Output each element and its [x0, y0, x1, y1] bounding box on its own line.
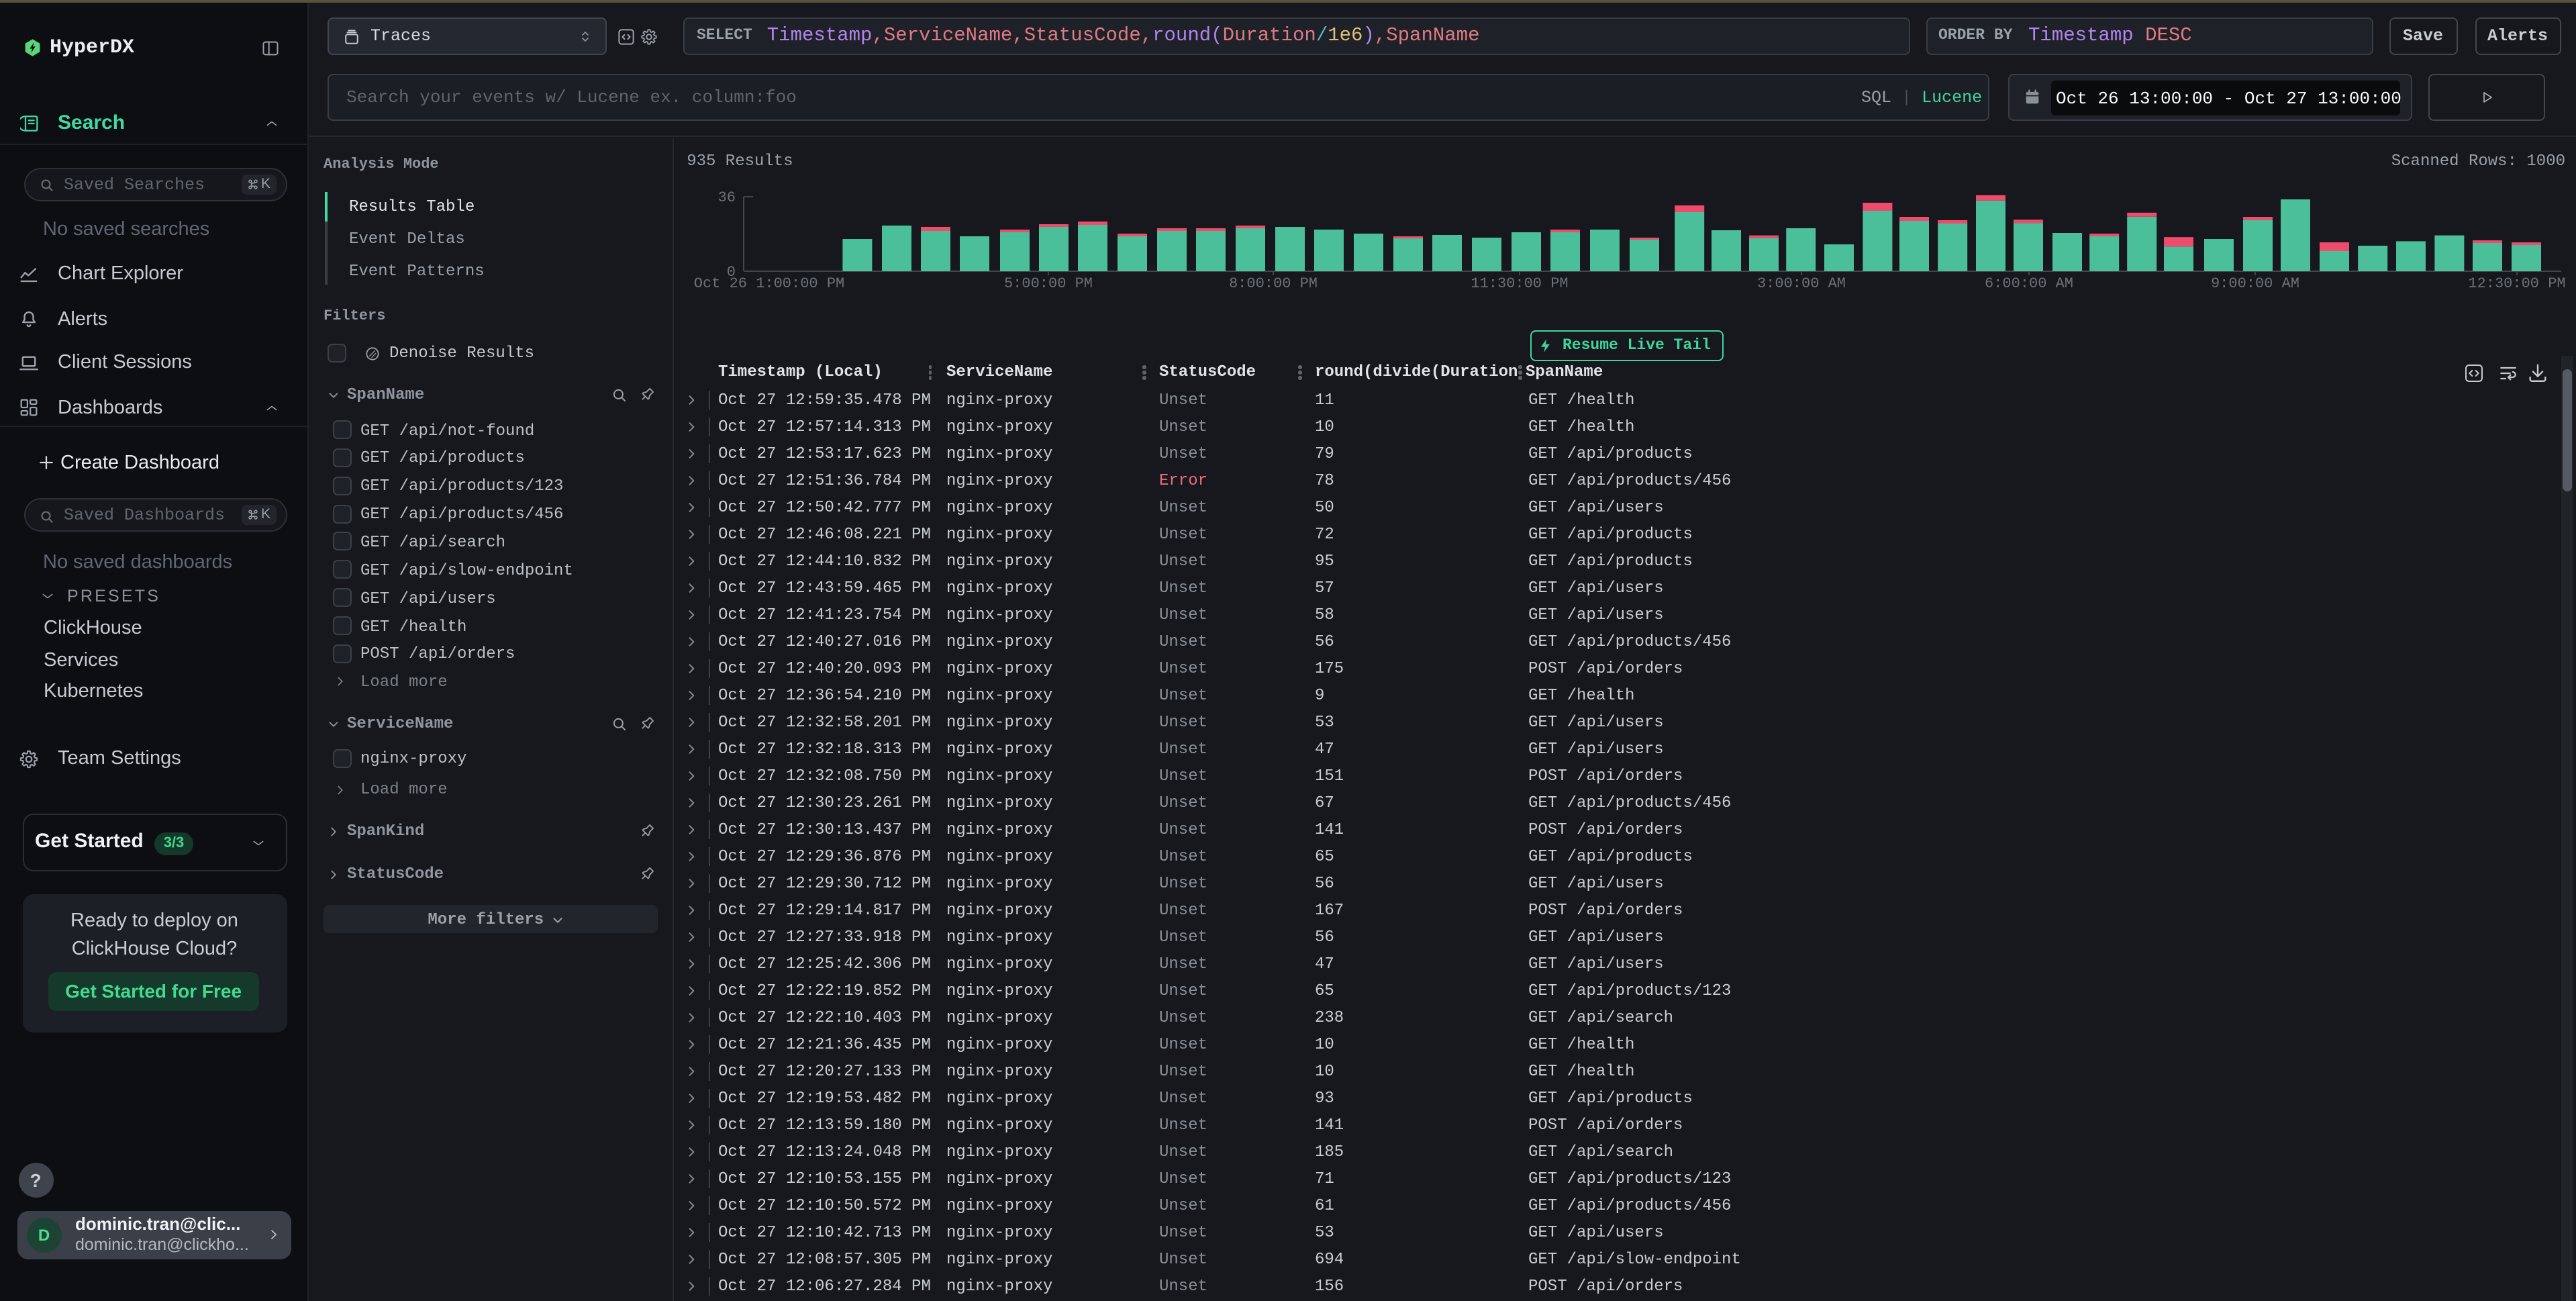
svg-text:9:00:00 AM: 9:00:00 AM	[2211, 275, 2299, 292]
svg-text:5:00:00 PM: 5:00:00 PM	[1004, 275, 1093, 292]
svg-text:3:00:00 AM: 3:00:00 AM	[1757, 275, 1846, 292]
svg-text:8:00:00 PM: 8:00:00 PM	[1229, 275, 1318, 292]
svg-text:36: 36	[718, 189, 736, 206]
svg-text:11:30:00 PM: 11:30:00 PM	[1471, 275, 1568, 292]
svg-text:12:30:00 PM: 12:30:00 PM	[2468, 275, 2565, 292]
svg-text:6:00:00 AM: 6:00:00 AM	[1985, 275, 2073, 292]
svg-text:Oct 26 1:00:00 PM: Oct 26 1:00:00 PM	[694, 275, 844, 292]
